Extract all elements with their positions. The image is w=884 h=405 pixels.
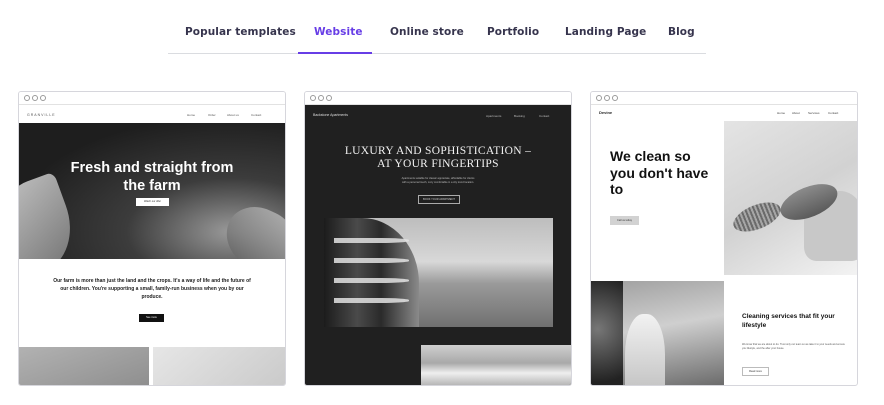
template-preview: Devine Home About Services Contact We cl…	[591, 105, 857, 385]
window-dot-icon	[40, 95, 46, 101]
preview-nav-item: Home	[777, 111, 786, 115]
preview-button: Call us today	[610, 216, 639, 225]
brush-photo	[724, 121, 857, 275]
browser-window-bar	[305, 92, 571, 105]
preview-paragraph: Our farm is more than just the land and …	[53, 278, 251, 300]
preview-nav-item: About	[792, 111, 800, 115]
balcony-stripe	[334, 238, 409, 243]
leaf-image	[215, 197, 285, 259]
preview-hero-title: Fresh and straight from the farm	[70, 160, 234, 194]
preview-image	[153, 347, 285, 385]
preview-nav-item: Contact	[251, 113, 262, 117]
browser-window-bar	[591, 92, 857, 105]
browser-window-bar	[19, 92, 285, 105]
preview-nav-item: Order	[208, 113, 216, 117]
tab-landing-page[interactable]: Landing Page	[565, 26, 646, 38]
building-image	[324, 218, 419, 327]
template-card-cleaning[interactable]: Devine Home About Services Contact We cl…	[590, 91, 858, 386]
active-tab-indicator	[298, 52, 372, 54]
building-photo	[324, 218, 553, 327]
tab-blog[interactable]: Blog	[668, 26, 695, 38]
window-dot-icon	[310, 95, 316, 101]
sea-photo	[421, 345, 571, 385]
tab-website[interactable]: Website	[314, 26, 363, 38]
preview-subtitle: Apartments suitable for classic apprecia…	[401, 177, 475, 184]
window-dot-icon	[24, 95, 30, 101]
window-dot-icon	[612, 95, 618, 101]
person-image	[625, 314, 665, 385]
tab-online-store[interactable]: Online store	[390, 26, 464, 38]
preview-navbar: GRANVILLE Home Order About us Contact	[19, 105, 285, 123]
template-preview: GRANVILLE Home Order About us Contact Fr…	[19, 105, 285, 385]
preview-logo: Devine	[599, 110, 613, 115]
preview-hero-title: LUXURY AND SOPHISTICATION – AT YOUR FING…	[344, 145, 532, 170]
preview-nav-item: Booking	[514, 114, 525, 118]
preview-nav-item: About us	[227, 113, 239, 117]
preview-nav-item: Contact	[828, 111, 839, 115]
template-category-tabs: Popular templates Website Online store P…	[168, 18, 706, 54]
preview-nav-item: Home	[187, 113, 196, 117]
tab-portfolio[interactable]: Portfolio	[487, 26, 539, 38]
preview-hero-button: Watch our offer	[136, 198, 169, 206]
preview-nav-item: Services	[808, 111, 820, 115]
balcony-stripe	[334, 278, 409, 283]
brush-bristles-image	[729, 196, 785, 238]
preview-logo: GRANVILLE	[27, 113, 56, 117]
preview-button: Read more	[742, 367, 769, 376]
template-preview: Backstone Apartments Apartments Booking …	[305, 105, 571, 385]
preview-nav-item: Contact	[539, 114, 550, 118]
preview-subtitle: Cleaning services that fit your lifestyl…	[742, 313, 835, 329]
window-dot-icon	[326, 95, 332, 101]
template-card-farm[interactable]: GRANVILLE Home Order About us Contact Fr…	[18, 91, 286, 386]
preview-logo: Backstone Apartments	[313, 113, 349, 117]
window-dot-icon	[604, 95, 610, 101]
window-dot-icon	[318, 95, 324, 101]
preview-image	[19, 347, 149, 385]
balcony-stripe	[334, 298, 409, 303]
cleaning-person-photo	[591, 281, 724, 385]
balcony-stripe	[334, 258, 409, 263]
window-dot-icon	[32, 95, 38, 101]
plant-image	[591, 281, 623, 385]
preview-nav-item: Apartments	[486, 114, 502, 118]
preview-button: BOOK YOUR APARTMENT	[418, 195, 460, 204]
template-card-apartments[interactable]: Backstone Apartments Apartments Booking …	[304, 91, 572, 386]
preview-button: See more	[139, 314, 164, 322]
preview-paragraph: We know that we are about to do. Trust o…	[742, 343, 845, 350]
window-dot-icon	[596, 95, 602, 101]
preview-hero-title: We clean so you don't have to	[610, 148, 709, 197]
tab-popular-templates[interactable]: Popular templates	[185, 26, 296, 38]
